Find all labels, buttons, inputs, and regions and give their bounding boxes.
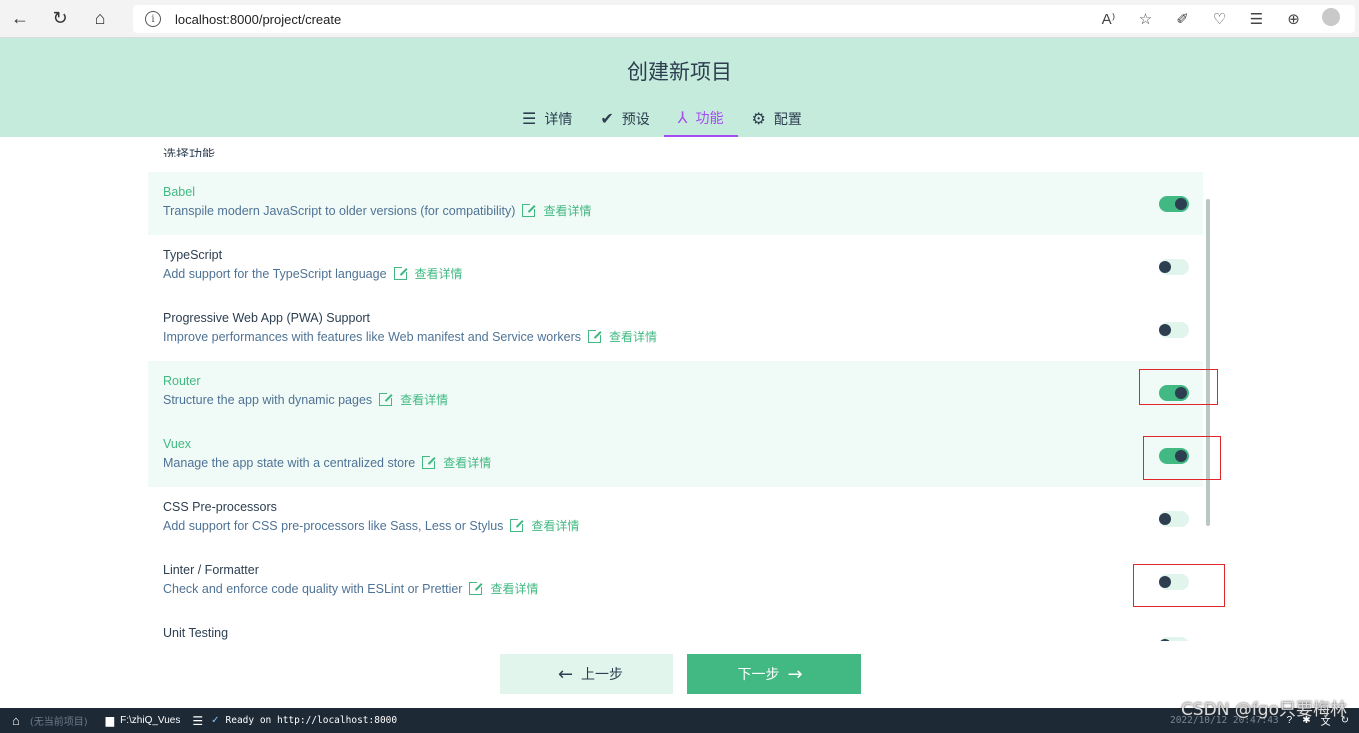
tab-label: 配置	[773, 111, 802, 128]
toggle-css-preprocessors[interactable]	[1159, 511, 1189, 527]
browser-essentials-icon[interactable]: ♡	[1201, 10, 1238, 28]
tab-label: 详情	[544, 111, 573, 128]
favorites-icon[interactable]: ☰	[1238, 10, 1275, 28]
wizard-footer: ← 上一步 下一步 →	[0, 641, 1359, 708]
list-icon: ☰	[522, 109, 537, 128]
feature-pwa[interactable]: Progressive Web App (PWA) Support Improv…	[148, 298, 1203, 361]
feature-name: Babel	[163, 185, 195, 199]
status-bar: ⌂ (无当前项目) ▆ F:\zhiQ_Vues ☰ ✓ Ready on ht…	[0, 708, 1359, 733]
feature-unit-testing[interactable]: Unit Testing	[148, 613, 1203, 641]
current-project[interactable]: (无当前项目)	[30, 713, 88, 728]
watermark: CSDN @fgo只要梅林	[1180, 700, 1347, 720]
feature-linter[interactable]: Linter / Formatter Check and enforce cod…	[148, 550, 1203, 613]
more-info-link[interactable]: 查看详情	[490, 580, 538, 597]
extensions-icon[interactable]: ✐	[1164, 10, 1201, 28]
external-link-icon[interactable]	[510, 517, 526, 532]
feature-babel[interactable]: Babel Transpile modern JavaScript to old…	[148, 172, 1203, 235]
toggle-typescript[interactable]	[1159, 259, 1189, 275]
feature-router[interactable]: Router Structure the app with dynamic pa…	[148, 361, 1203, 424]
feature-name: Unit Testing	[163, 626, 229, 640]
section-label: 选择功能	[163, 148, 216, 157]
folder-icon: ▆	[105, 715, 115, 727]
next-step-button[interactable]: 下一步 →	[687, 654, 861, 694]
tab-config[interactable]: ⚙ 配置	[738, 100, 816, 137]
tab-label: 功能	[695, 110, 724, 127]
app-header: 创建新项目 ☰ 详情 ✔ 预设 ⅄ 功能 ⚙ 配置	[0, 38, 1359, 137]
browser-toolbar: ← ↻ ⌂ i localhost:8000/project/create A⁾…	[0, 0, 1359, 38]
feature-desc: Improve performances with features like …	[163, 329, 581, 344]
more-info-link[interactable]: 查看详情	[609, 328, 657, 345]
read-aloud-icon[interactable]: A⁾	[1090, 10, 1127, 28]
more-info-link[interactable]: 查看详情	[531, 517, 579, 534]
previous-step-button[interactable]: ← 上一步	[500, 654, 673, 694]
console-icon[interactable]: ☰	[192, 714, 203, 728]
feature-vuex[interactable]: Vuex Manage the app state with a central…	[148, 424, 1203, 487]
feature-css-preprocessors[interactable]: CSS Pre-processors Add support for CSS p…	[148, 487, 1203, 550]
more-info-link[interactable]: 查看详情	[543, 202, 591, 219]
external-link-icon[interactable]	[469, 580, 485, 595]
next-step-label: 下一步	[737, 667, 780, 683]
feature-desc: Add support for CSS pre-processors like …	[163, 518, 504, 533]
tab-presets[interactable]: ✔ 预设	[586, 100, 663, 137]
feature-name: Progressive Web App (PWA) Support	[163, 311, 371, 325]
external-link-icon[interactable]	[588, 328, 603, 343]
favorite-add-icon[interactable]: ☆	[1127, 10, 1164, 28]
info-icon[interactable]: i	[145, 11, 161, 27]
feature-name: CSS Pre-processors	[163, 500, 277, 514]
feature-typescript[interactable]: TypeScript Add support for the TypeScrip…	[148, 235, 1203, 298]
feature-name: Linter / Formatter	[163, 563, 259, 577]
external-link-icon[interactable]	[522, 202, 538, 217]
home-icon[interactable]: ⌂	[80, 0, 120, 38]
fork-icon: ⅄	[677, 108, 688, 127]
tab-details[interactable]: ☰ 详情	[508, 100, 586, 137]
status-message: Ready on http://localhost:8000	[225, 715, 398, 726]
gear-icon: ⚙	[751, 109, 766, 128]
previous-step-label: 上一步	[581, 667, 624, 683]
check-icon: ✓	[211, 715, 220, 726]
collections-icon[interactable]: ⊕	[1275, 10, 1312, 28]
more-info-link[interactable]: 查看详情	[400, 391, 448, 408]
annotation-box-router	[1139, 369, 1218, 405]
tab-features[interactable]: ⅄ 功能	[663, 100, 738, 137]
back-icon[interactable]: ←	[0, 0, 40, 38]
page-title: 创建新项目	[627, 60, 732, 84]
feature-desc: Transpile modern JavaScript to older ver…	[163, 203, 516, 218]
current-folder[interactable]: F:\zhiQ_Vues	[120, 715, 180, 726]
features-list[interactable]: 选择功能 Babel Transpile modern JavaScript t…	[0, 137, 1359, 641]
refresh-icon[interactable]: ↻	[40, 0, 80, 38]
feature-desc: Check and enforce code quality with ESLi…	[163, 581, 463, 596]
annotation-box-vuex	[1143, 436, 1221, 480]
feature-desc: Add support for the TypeScript language	[163, 266, 387, 281]
feature-name: TypeScript	[163, 248, 223, 262]
toggle-pwa[interactable]	[1159, 322, 1189, 338]
feature-name: Router	[163, 374, 201, 388]
toggle-babel[interactable]	[1159, 196, 1189, 212]
annotation-box-linter	[1133, 564, 1225, 607]
more-info-link[interactable]: 查看详情	[443, 454, 491, 471]
url-text[interactable]: localhost:8000/project/create	[175, 12, 341, 27]
check-circle-icon: ✔	[600, 109, 614, 128]
home-icon[interactable]: ⌂	[12, 713, 20, 728]
feature-name: Vuex	[163, 437, 192, 451]
external-link-icon[interactable]	[379, 391, 395, 406]
browser-actions: A⁾ ☆ ✐ ♡ ☰ ⊕	[1090, 0, 1349, 38]
arrow-left-icon: ←	[557, 663, 574, 685]
profile-icon[interactable]	[1312, 8, 1349, 30]
step-tabs: ☰ 详情 ✔ 预设 ⅄ 功能 ⚙ 配置	[508, 100, 816, 137]
more-info-link[interactable]: 查看详情	[415, 265, 463, 282]
tab-label: 预设	[621, 111, 650, 128]
feature-desc: Manage the app state with a centralized …	[163, 455, 416, 470]
external-link-icon[interactable]	[393, 265, 409, 280]
feature-desc: Structure the app with dynamic pages	[163, 392, 373, 407]
arrow-right-icon: →	[787, 663, 803, 685]
external-link-icon[interactable]	[422, 454, 438, 469]
